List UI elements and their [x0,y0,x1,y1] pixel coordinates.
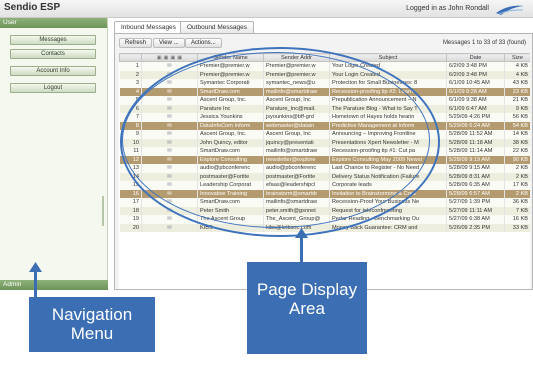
date-cell: 5/29/09 4:26 PM [446,113,505,122]
date-cell: 5/27/09 6:38 AM [446,215,505,224]
sidebar-splitter[interactable] [102,196,104,226]
date-cell: 6/2/09 3:48 PM [446,61,505,71]
date-cell: 5/28/09 9:19 AM [446,155,505,164]
date-cell: 5/26/09 2:35 PM [446,223,505,232]
date-cell: 5/28/09 11:18 AM [446,138,505,147]
refresh-button[interactable]: Refresh [119,38,153,48]
navigation-menu-callout: Navigation Menu [29,297,155,352]
date-cell: 6/1/09 10:45 AM [446,79,505,88]
sidebar-item-contacts[interactable]: Contacts [10,49,96,59]
app-title: Sendio ESP [4,2,61,13]
row-number: 17 [119,198,142,207]
message-icon: ✉ [141,223,198,232]
size-cell: 2 KB [504,172,530,181]
size-cell: 38 KB [504,138,530,147]
date-cell: 5/28/09 6:57 AM [446,189,505,198]
column-header-number[interactable] [119,53,142,62]
date-cell: 5/28/09 11:14 AM [446,147,505,156]
top-bar: Sendio ESP Logged in as John Rondall [0,0,533,18]
row-number: 18 [119,206,142,215]
date-cell: 6/2/09 3:48 PM [446,70,505,79]
date-cell: 5/28/09 6:35 AM [446,181,505,190]
arrow-up-icon [29,262,42,272]
flag-icons: ▣ ▣ ▣ ▣ [156,54,183,61]
view-button[interactable]: View ... [153,38,185,48]
size-cell: 21 KB [504,96,530,105]
sidebar-section-admin[interactable]: Admin [0,280,108,290]
tab-outbound-messages[interactable]: Outbound Messages [180,21,254,33]
envelope-icon: ✉ [167,63,172,69]
app-window: { "header": {"title": "Sendio ESP", "log… [0,0,533,373]
date-cell: 6/1/09 9:38 AM [446,96,505,105]
envelope-icon: ✉ [167,216,172,222]
row-number: 4 [119,87,142,96]
message-count: Messages 1 to 33 of 33 (found) [442,40,526,46]
row-number: 19 [119,215,142,224]
size-cell: 56 KB [504,113,530,122]
size-cell: 16 KB [504,215,530,224]
date-cell: 6/1/09 8:28 AM [446,87,505,96]
row-number: 3 [119,79,142,88]
size-cell: 23 KB [504,87,530,96]
envelope-icon: ✉ [167,224,172,231]
page-display-area-callout: Page Display Area [247,262,367,354]
actions-button[interactable]: Actions... [185,38,222,48]
date-cell: 5/28/09 11:52 AM [446,130,505,139]
arrow-up-icon [295,228,308,238]
size-cell: 36 KB [504,198,530,207]
size-cell: 2 KB [504,164,530,173]
page-callout-arrow [300,236,303,262]
logged-in-status: Logged in as John Rondall [406,5,489,12]
column-header-date[interactable]: Date [446,53,505,62]
size-cell: 22 KB [504,147,530,156]
size-cell: 90 KB [504,155,530,164]
sidebar-item-messages[interactable]: Messages [10,35,96,45]
nav-callout-arrow [34,270,37,298]
sidebar-item-logout[interactable]: Logout [10,83,96,93]
size-cell: 43 KB [504,79,530,88]
date-cell: 5/28/09 8:31 AM [446,172,505,181]
size-cell: 54 KB [504,121,530,130]
date-cell: 5/27/09 11:11 AM [446,206,505,215]
sidebar-section-user: User [0,18,107,28]
navigation-menu: User Messages Contacts Account Info Logo… [0,18,108,290]
row-number: 16 [119,189,142,198]
date-cell: 6/1/09 6:47 AM [446,104,505,113]
size-cell: 4 KB [504,61,530,71]
size-cell: 9 KB [504,104,530,113]
size-cell: 4 KB [504,70,530,79]
column-header-size[interactable]: Size [504,53,530,62]
row-number: 20 [119,223,142,232]
sidebar-item-account-info[interactable]: Account Info [10,66,96,76]
highlight-ellipse-inner [122,52,430,228]
row-number: 1 [119,61,142,71]
row-number: 2 [119,70,142,79]
date-cell: 5/27/09 1:39 PM [446,198,505,207]
date-cell: 5/28/09 9:15 AM [446,164,505,173]
size-cell: 33 KB [504,223,530,232]
size-cell: 14 KB [504,130,530,139]
size-cell: 7 KB [504,206,530,215]
column-header-flags[interactable]: ▣ ▣ ▣ ▣ [141,53,198,62]
brand-swoosh-icon [496,5,524,15]
tab-inbound-messages[interactable]: Inbound Messages [114,21,183,33]
size-cell: 2 KB [504,189,530,198]
size-cell: 17 KB [504,181,530,190]
date-cell: 5/29/09 6:24 AM [446,121,505,130]
